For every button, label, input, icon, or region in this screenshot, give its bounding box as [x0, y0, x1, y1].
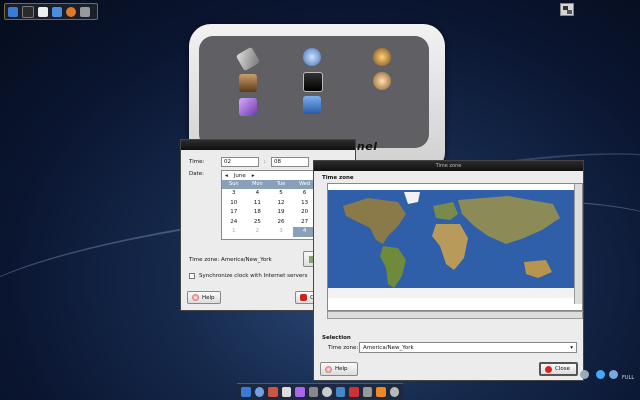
- tz-close-button-label: Close: [555, 366, 570, 372]
- screen-icon[interactable]: [303, 72, 323, 92]
- date-label: Date:: [189, 171, 204, 177]
- calendar-day[interactable]: 5: [269, 189, 293, 199]
- weekday-label: Tue: [276, 181, 286, 187]
- display-icon[interactable]: [235, 46, 261, 72]
- help-button-label: Help: [202, 294, 215, 301]
- monitor-icon[interactable]: [8, 6, 18, 17]
- computer-icon[interactable]: [303, 96, 321, 114]
- selection-timezone-label: Time zone:: [328, 345, 359, 351]
- tz-close-button[interactable]: Close: [539, 362, 578, 376]
- tz-help-button-label: Help: [335, 366, 348, 372]
- timezone-heading: Time zone: [322, 175, 354, 181]
- map-horizontal-scrollbar[interactable]: [327, 311, 583, 319]
- document-icon[interactable]: [281, 386, 291, 397]
- close-icon: [545, 365, 552, 373]
- close-icon: [300, 294, 307, 301]
- calendar-day[interactable]: 4: [246, 189, 270, 199]
- clock-icon[interactable]: [389, 386, 399, 397]
- folder-icon[interactable]: [268, 386, 278, 397]
- sync-checkbox[interactable]: [189, 273, 195, 279]
- calendar-day[interactable]: 1: [222, 227, 246, 237]
- trash-icon[interactable]: [362, 386, 372, 397]
- calendar-day[interactable]: 2: [246, 227, 270, 237]
- disk-icon[interactable]: [80, 6, 90, 17]
- calendar-day[interactable]: 25: [246, 218, 270, 228]
- power-icon[interactable]: [609, 370, 618, 379]
- sync-label: Synchronize clock with Internet servers: [199, 273, 308, 279]
- calendar-day[interactable]: 11: [246, 199, 270, 209]
- media-icon[interactable]: [295, 386, 305, 397]
- timezone-combobox-value: America/New_York: [363, 345, 414, 351]
- browser-icon[interactable]: [66, 6, 76, 17]
- network-icon[interactable]: [596, 370, 605, 379]
- timezone-combobox[interactable]: America/New_York ▾: [359, 342, 577, 353]
- timezone-label: Time zone:: [189, 257, 220, 263]
- dock: [237, 383, 403, 399]
- home-icon[interactable]: [349, 386, 359, 397]
- monitor-icon[interactable]: [52, 6, 62, 17]
- document-icon[interactable]: [38, 6, 48, 17]
- terminal-icon[interactable]: [22, 5, 34, 18]
- minute-spinner[interactable]: 08: [271, 157, 309, 167]
- tz-help-button[interactable]: Help: [320, 362, 358, 376]
- window-switch-icon[interactable]: [560, 3, 574, 16]
- next-month-icon[interactable]: ▸: [252, 173, 255, 179]
- weekday-label: Mon: [252, 181, 263, 187]
- help-button[interactable]: Help: [187, 291, 221, 304]
- globe-icon[interactable]: [254, 386, 264, 397]
- calendar-day[interactable]: 3: [222, 189, 246, 199]
- disc-icon[interactable]: [322, 386, 332, 397]
- datetime-titlebar[interactable]: [181, 140, 355, 150]
- help-icon: [192, 294, 199, 301]
- calendar-day[interactable]: 12: [269, 199, 293, 209]
- world-map-graphic: [328, 190, 574, 298]
- users-icon[interactable]: [373, 72, 391, 90]
- prev-month-icon[interactable]: ◂: [225, 173, 228, 179]
- calendar-day[interactable]: 3: [269, 227, 293, 237]
- calendar-day[interactable]: 10: [222, 199, 246, 209]
- timezone-titlebar[interactable]: Time zone: [314, 161, 583, 171]
- world-map[interactable]: [327, 183, 583, 311]
- media-icon[interactable]: [239, 74, 257, 92]
- fullscreen-label[interactable]: FULL: [622, 375, 634, 381]
- timezone-value: America/New_York: [221, 257, 272, 263]
- volume-icon[interactable]: [580, 370, 589, 379]
- calendar-day[interactable]: 18: [246, 208, 270, 218]
- mail-icon[interactable]: [335, 386, 345, 397]
- monitor-icon[interactable]: [241, 386, 251, 397]
- network-icon[interactable]: [303, 48, 321, 66]
- control-panel-icon-area: [199, 36, 429, 148]
- appearance-icon[interactable]: [373, 48, 391, 66]
- calendar-day[interactable]: 24: [222, 218, 246, 228]
- help-icon: [325, 365, 332, 373]
- weekday-label: Sun: [229, 181, 239, 187]
- time-label: Time:: [189, 159, 205, 165]
- time-separator: :: [264, 159, 266, 165]
- selection-heading: Selection: [322, 335, 351, 341]
- hour-spinner[interactable]: 02: [221, 157, 259, 167]
- month-label: June: [233, 172, 246, 179]
- calendar-day[interactable]: 17: [222, 208, 246, 218]
- app-icon[interactable]: [376, 386, 386, 397]
- settings-icon[interactable]: [308, 386, 318, 397]
- chevron-down-icon: ▾: [570, 345, 573, 351]
- map-vertical-scrollbar[interactable]: [574, 184, 582, 304]
- wallpaper-icon[interactable]: [239, 98, 257, 116]
- top-panel: [4, 3, 98, 20]
- calendar-day[interactable]: 19: [269, 208, 293, 218]
- calendar-day[interactable]: 26: [269, 218, 293, 228]
- timezone-window: Time zone Time zone Selection Time zone:…: [313, 160, 584, 381]
